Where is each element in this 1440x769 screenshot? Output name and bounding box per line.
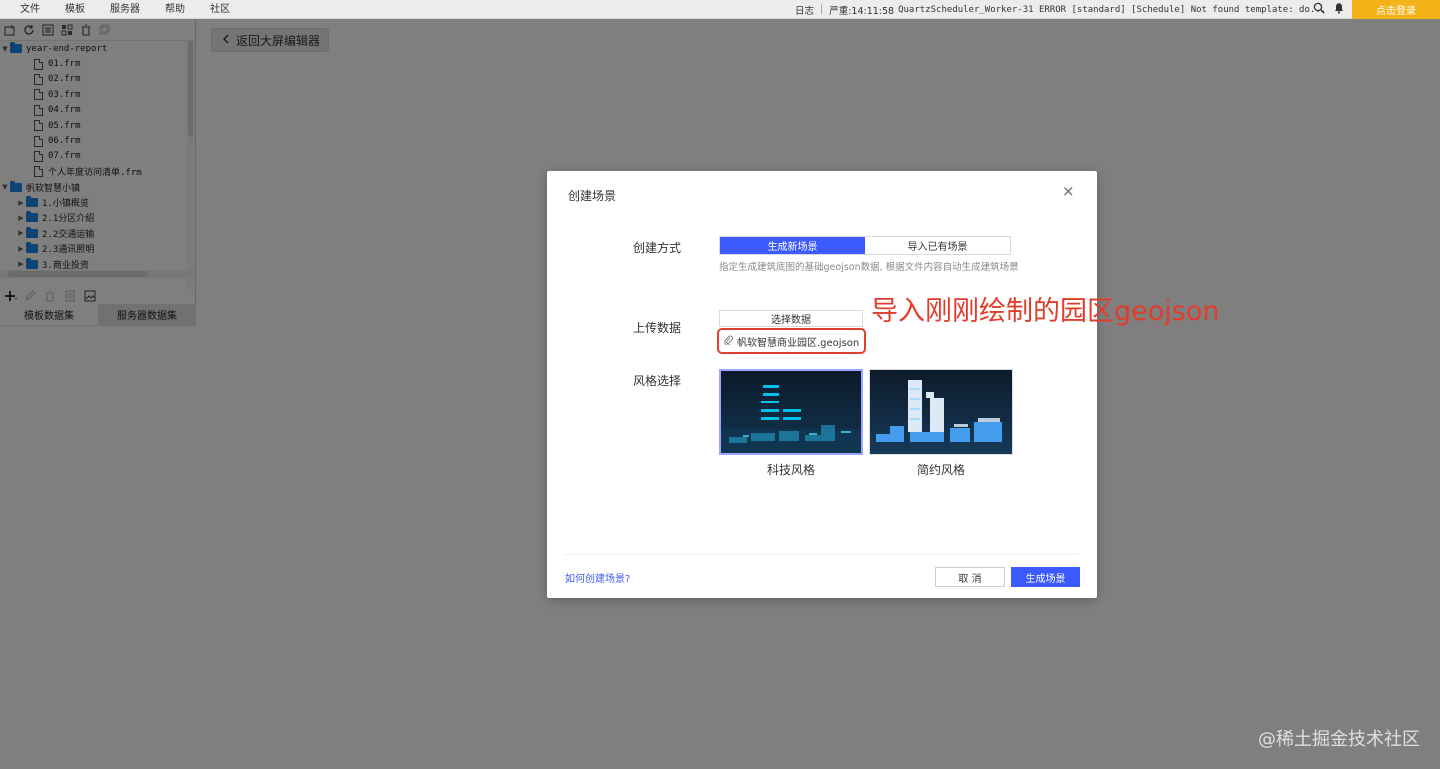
upload-label: 上传数据 xyxy=(633,321,682,335)
create-mode-toggle: 生成新场景 导入已有场景 xyxy=(719,236,1011,255)
cancel-button[interactable]: 取 消 xyxy=(935,567,1005,587)
dialog-title: 创建场景 xyxy=(568,189,617,203)
status-log[interactable]: 日志 | 严重:14:11:58 QuartzScheduler_Worker-… xyxy=(795,0,1326,19)
search-icon[interactable] xyxy=(1313,2,1325,17)
uploaded-file-name: 帆软智慧商业园区.geojson xyxy=(737,337,860,349)
style-tech-label: 科技风格 xyxy=(766,463,815,477)
log-level: 严重:14:11:58 xyxy=(829,5,895,17)
uploaded-file[interactable]: 帆软智慧商业园区.geojson xyxy=(717,328,866,354)
modal-backdrop-left xyxy=(0,19,197,769)
mode-new-scene[interactable]: 生成新场景 xyxy=(720,237,865,254)
menu-help[interactable]: 帮助 xyxy=(165,0,185,19)
close-icon[interactable]: × xyxy=(1062,184,1075,199)
style-simple-card[interactable] xyxy=(869,369,1013,455)
help-link[interactable]: 如何创建场景? xyxy=(565,570,630,585)
menu-server[interactable]: 服务器 xyxy=(110,0,140,19)
divider xyxy=(565,554,1079,555)
style-tech-card[interactable] xyxy=(719,369,863,455)
simple-style-thumbnail xyxy=(870,370,1012,454)
select-data-button[interactable]: 选择数据 xyxy=(719,310,863,327)
tech-style-thumbnail xyxy=(721,371,861,453)
style-simple-label: 简约风格 xyxy=(916,463,965,477)
create-mode-label: 创建方式 xyxy=(633,241,682,255)
top-icons xyxy=(1313,0,1345,19)
menu-file[interactable]: 文件 xyxy=(20,0,40,19)
main-menu: 文件 模板 服务器 帮助 社区 xyxy=(0,0,230,19)
bell-icon[interactable] xyxy=(1333,2,1345,17)
style-label: 风格选择 xyxy=(633,374,682,388)
paperclip-icon xyxy=(724,335,733,348)
menu-template[interactable]: 模板 xyxy=(65,0,85,19)
watermark: @稀土掘金技术社区 xyxy=(1258,729,1420,750)
annotation-text: 导入刚刚绘制的园区geojson xyxy=(871,296,1220,327)
create-scene-dialog: 创建场景 × 创建方式 生成新场景 导入已有场景 指定生成建筑底图的基础geoj… xyxy=(547,171,1219,598)
mode-import-scene[interactable]: 导入已有场景 xyxy=(865,237,1010,254)
separator: | xyxy=(820,4,824,15)
login-button[interactable]: 点击登录 xyxy=(1352,0,1440,19)
menu-community[interactable]: 社区 xyxy=(210,0,230,19)
mode-hint: 指定生成建筑底图的基础geojson数据, 根据文件内容自动生成建筑场景 xyxy=(719,262,1019,273)
log-message: QuartzScheduler_Worker-31 ERROR [standar… xyxy=(898,4,1327,15)
menu-bar: 文件 模板 服务器 帮助 社区 日志 | 严重:14:11:58 QuartzS… xyxy=(0,0,1440,19)
log-label[interactable]: 日志 xyxy=(795,3,814,17)
generate-scene-button[interactable]: 生成场景 xyxy=(1011,567,1080,587)
